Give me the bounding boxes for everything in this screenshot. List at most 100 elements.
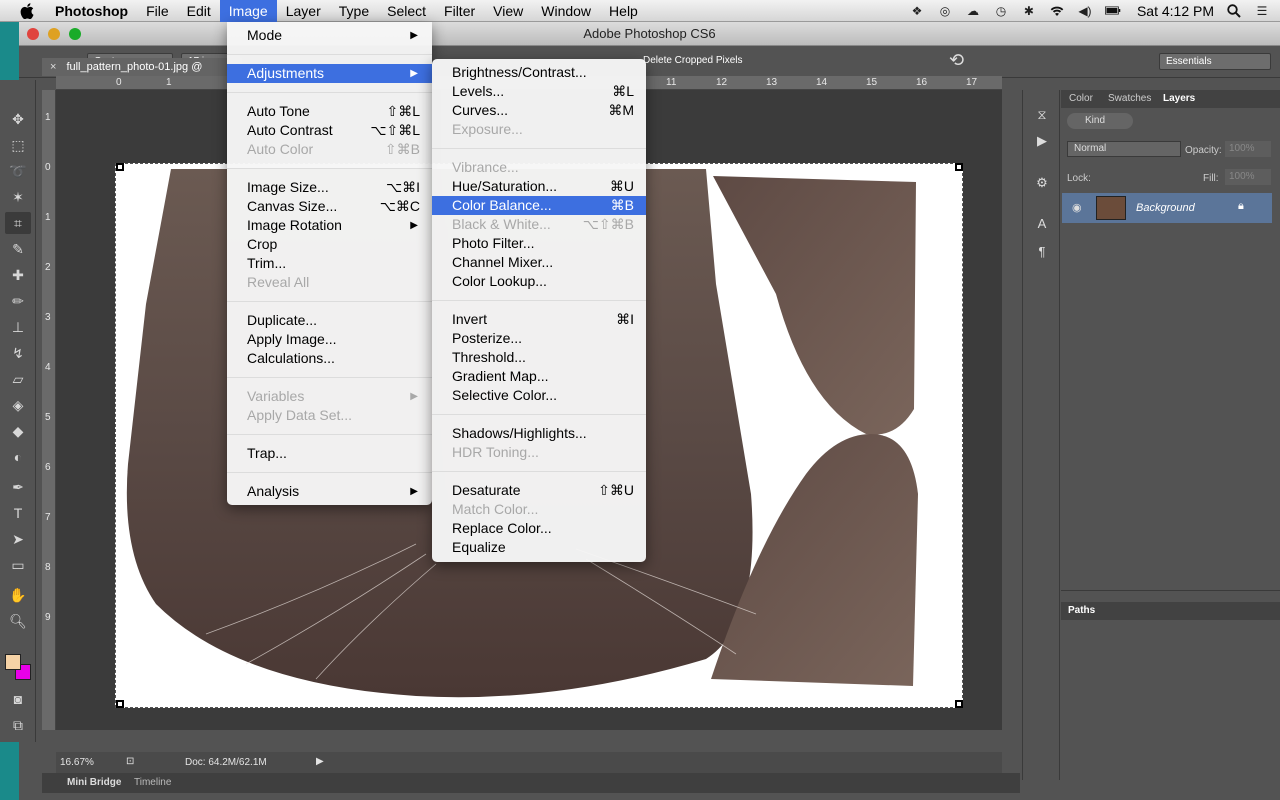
move-tool-icon[interactable]: ✥ [5, 108, 31, 130]
crop-handle[interactable] [955, 700, 963, 708]
tab-paths[interactable]: Paths [1068, 605, 1095, 616]
fill-field[interactable]: 100% [1225, 169, 1271, 185]
quick-mask-icon[interactable]: ◙ [5, 688, 31, 710]
screen-mode-icon[interactable]: ⧉ [5, 714, 31, 736]
adjustments-item-photo-filter[interactable]: Photo Filter... [432, 234, 646, 253]
zoom-level[interactable]: 16.67% [60, 757, 94, 768]
paragraph-icon[interactable]: ¶ [1033, 242, 1051, 260]
opacity-field[interactable]: 100% [1225, 141, 1271, 157]
dodge-tool-icon[interactable]: ◐ [5, 446, 31, 468]
crop-handle[interactable] [116, 700, 124, 708]
battery-icon[interactable] [1104, 4, 1121, 18]
menu-select[interactable]: Select [378, 0, 435, 22]
adjustments-item-equalize[interactable]: Equalize [432, 538, 646, 557]
tab-timeline[interactable]: Timeline [134, 777, 171, 788]
image-menu-item-mode[interactable]: Mode ▶ [227, 26, 432, 45]
hand-tool-icon[interactable]: ✋ [5, 584, 31, 606]
shape-tool-icon[interactable]: ▭ [5, 554, 31, 576]
history-brush-icon[interactable]: ↯ [5, 342, 31, 364]
tab-color[interactable]: Color [1069, 93, 1093, 104]
bluetooth-icon[interactable]: ✱ [1021, 4, 1037, 18]
image-menu-item-analysis[interactable]: Analysis ▶ [227, 482, 432, 501]
menu-edit[interactable]: Edit [178, 0, 220, 22]
lasso-tool-icon[interactable]: ➰ [5, 160, 31, 182]
image-menu-item-adjustments[interactable]: Adjustments ▶ [227, 64, 432, 83]
image-menu-item-trap[interactable]: Trap... [227, 444, 432, 463]
stamp-tool-icon[interactable]: ⊥ [5, 316, 31, 338]
path-selection-icon[interactable]: ➤ [5, 528, 31, 550]
apple-icon[interactable] [18, 2, 36, 20]
healing-brush-icon[interactable]: ✚ [5, 264, 31, 286]
document-tab[interactable]: × full_pattern_photo-01.jpg @ [42, 58, 242, 76]
zoom-tool-icon[interactable]: 🔍︎ [5, 610, 31, 632]
notification-center-icon[interactable]: ☰ [1254, 4, 1270, 18]
image-menu-item-canvas-size[interactable]: Canvas Size... ⌥⌘C [227, 197, 432, 216]
menu-image[interactable]: Image [219, 0, 277, 22]
tab-swatches[interactable]: Swatches [1108, 93, 1151, 104]
wifi-icon[interactable] [1049, 4, 1065, 18]
volume-icon[interactable]: ◀) [1077, 4, 1093, 18]
foreground-color-swatch[interactable] [5, 654, 21, 670]
image-menu-item-trim[interactable]: Trim... [227, 254, 432, 273]
crop-handle[interactable] [955, 163, 963, 171]
adjustments-item-desaturate[interactable]: Desaturate ⇧⌘U [432, 481, 646, 500]
adjustments-item-levels[interactable]: Levels... ⌘L [432, 82, 646, 101]
layer-filter-select[interactable]: Kind [1067, 113, 1133, 129]
menu-photoshop[interactable]: Photoshop [46, 0, 137, 22]
image-menu-item-image-size[interactable]: Image Size... ⌥⌘I [227, 178, 432, 197]
menu-view[interactable]: View [484, 0, 532, 22]
eraser-tool-icon[interactable]: ▱ [5, 368, 31, 390]
adjustments-item-replace-color[interactable]: Replace Color... [432, 519, 646, 538]
visibility-eye-icon[interactable]: ◉ [1072, 201, 1082, 214]
close-document-icon[interactable]: × [50, 61, 56, 73]
menu-layer[interactable]: Layer [277, 0, 330, 22]
adjustments-item-color-balance[interactable]: Color Balance... ⌘B [432, 196, 646, 215]
image-menu-item-calculations[interactable]: Calculations... [227, 349, 432, 368]
adjustments-item-invert[interactable]: Invert ⌘I [432, 310, 646, 329]
brush-tool-icon[interactable]: ✏ [5, 290, 31, 312]
spotlight-icon[interactable] [1226, 3, 1242, 18]
blur-tool-icon[interactable]: ◆ [5, 420, 31, 442]
actions-play-icon[interactable]: ▶ [1033, 132, 1051, 150]
clock[interactable]: Sat 4:12 PM [1137, 3, 1214, 19]
magic-wand-tool-icon[interactable]: ✶ [5, 186, 31, 208]
reset-icon[interactable]: ⟲ [949, 50, 964, 71]
dropbox-icon[interactable]: ❖ [909, 4, 925, 18]
tab-layers[interactable]: Layers [1163, 93, 1195, 104]
properties-icon[interactable]: ⚙ [1033, 174, 1051, 192]
type-tool-icon[interactable]: T [5, 502, 31, 524]
image-menu-item-apply-image[interactable]: Apply Image... [227, 330, 432, 349]
blend-mode-select[interactable]: Normal [1067, 141, 1181, 157]
menu-filter[interactable]: Filter [435, 0, 484, 22]
sync-icon[interactable]: ◎ [937, 4, 953, 18]
time-machine-icon[interactable]: ◷ [993, 4, 1009, 18]
marquee-tool-icon[interactable]: ⬚ [5, 134, 31, 156]
adjustments-item-color-lookup[interactable]: Color Lookup... [432, 272, 646, 291]
status-menu-arrow-icon[interactable]: ▶ [316, 756, 324, 767]
menu-type[interactable]: Type [330, 0, 378, 22]
history-icon[interactable]: ⧖ [1033, 106, 1051, 124]
adjustments-item-hue-saturation[interactable]: Hue/Saturation... ⌘U [432, 177, 646, 196]
crop-handle[interactable] [116, 163, 124, 171]
adjustments-item-selective-color[interactable]: Selective Color... [432, 386, 646, 405]
adjustments-item-threshold[interactable]: Threshold... [432, 348, 646, 367]
menu-window[interactable]: Window [532, 0, 600, 22]
image-menu-item-image-rotation[interactable]: Image Rotation ▶ [227, 216, 432, 235]
cloud-icon[interactable]: ☁ [965, 4, 981, 18]
adjustments-item-brightness-contrast[interactable]: Brightness/Contrast... [432, 63, 646, 82]
image-menu-item-auto-tone[interactable]: Auto Tone ⇧⌘L [227, 102, 432, 121]
eyedropper-tool-icon[interactable]: ✎ [5, 238, 31, 260]
delete-cropped-checkbox[interactable]: Delete Cropped Pixels [643, 55, 743, 66]
tab-mini-bridge[interactable]: Mini Bridge [67, 777, 121, 788]
status-info-icon[interactable]: ⊡ [126, 756, 134, 767]
layer-name[interactable]: Background [1136, 202, 1195, 214]
adjustments-item-shadows-highlights[interactable]: Shadows/Highlights... [432, 424, 646, 443]
adjustments-item-posterize[interactable]: Posterize... [432, 329, 646, 348]
adjustments-item-curves[interactable]: Curves... ⌘M [432, 101, 646, 120]
workspace-switcher[interactable]: Essentials [1159, 53, 1271, 70]
adjustments-item-gradient-map[interactable]: Gradient Map... [432, 367, 646, 386]
character-icon[interactable]: A [1033, 214, 1051, 232]
crop-tool-icon[interactable]: ⌗ [5, 212, 31, 234]
image-menu-item-auto-contrast[interactable]: Auto Contrast ⌥⇧⌘L [227, 121, 432, 140]
paint-bucket-icon[interactable]: ◈ [5, 394, 31, 416]
